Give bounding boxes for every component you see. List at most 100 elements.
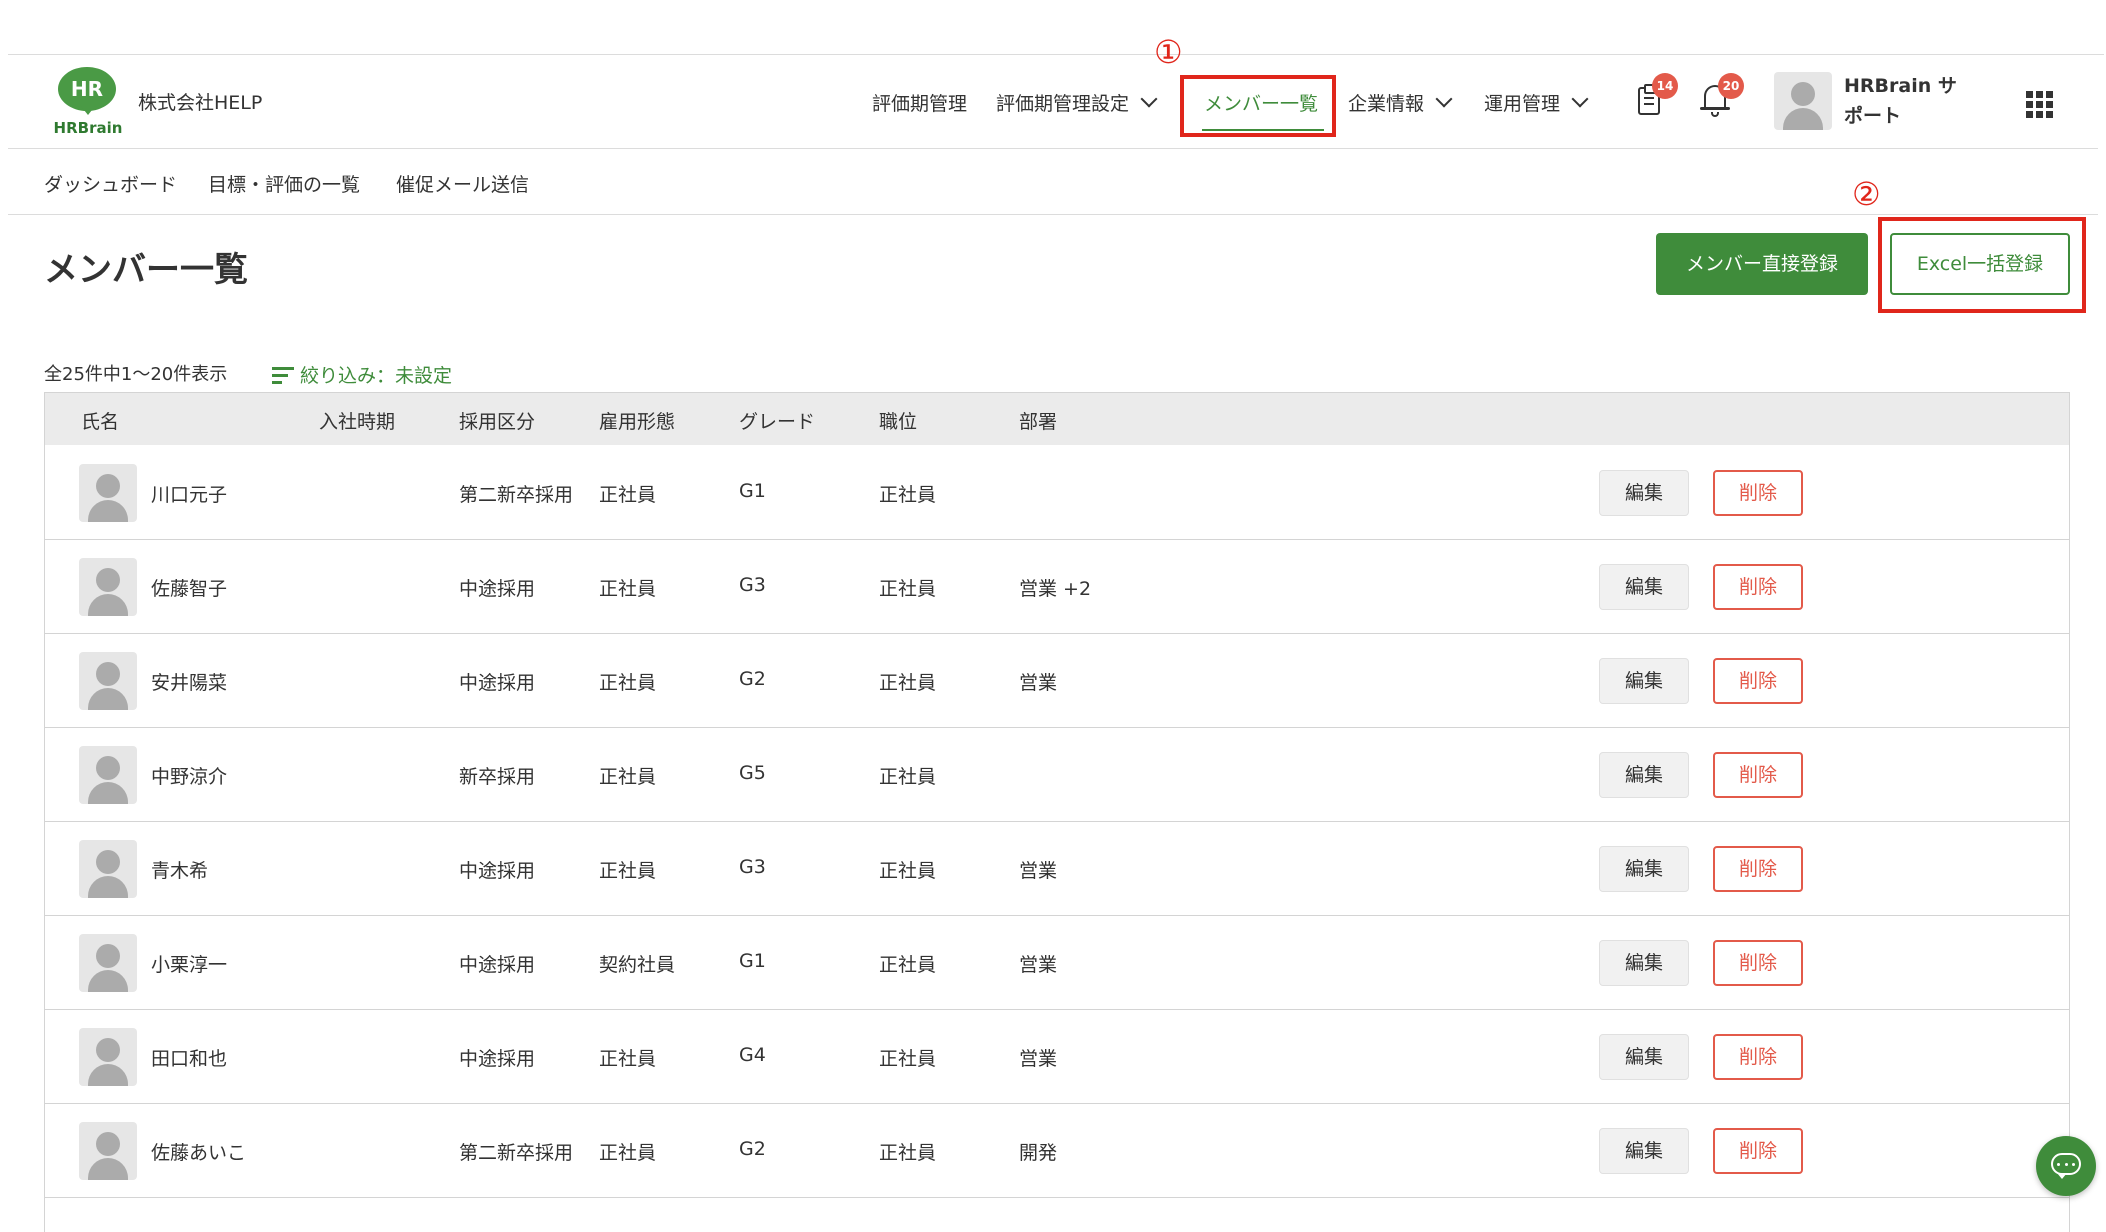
add-member-button[interactable]: メンバー直接登録 xyxy=(1656,233,1868,295)
delete-button[interactable]: 削除 xyxy=(1713,752,1803,798)
delete-button[interactable]: 削除 xyxy=(1713,564,1803,610)
member-name[interactable]: 田口和也 xyxy=(151,1044,227,1071)
member-name[interactable]: 川口元子 xyxy=(151,480,227,507)
delete-button[interactable]: 削除 xyxy=(1713,846,1803,892)
notifications-badge: 20 xyxy=(1718,73,1744,99)
cell-position: 正社員 xyxy=(879,578,937,600)
cell-grade: G4 xyxy=(739,1044,766,1066)
nav-evaluation-settings[interactable]: 評価期管理設定 xyxy=(996,89,1158,116)
member-name[interactable]: 佐藤あいこ xyxy=(151,1138,246,1165)
table-row[interactable]: 小栗淳一 中途採用 契約社員 G1 正社員 営業 編集 削除 xyxy=(45,916,2069,1010)
cell-position: 正社員 xyxy=(879,1048,937,1070)
cell-employment: 正社員 xyxy=(599,1048,657,1070)
table-row[interactable]: 田口和也 中途採用 正社員 G4 正社員 営業 編集 削除 xyxy=(45,1010,2069,1104)
member-name[interactable]: 佐藤智子 xyxy=(151,574,227,601)
filter-toggle[interactable]: 絞り込み：未設定 xyxy=(272,361,452,388)
member-avatar xyxy=(79,840,137,898)
subnav-reminder-mail[interactable]: 催促メール送信 xyxy=(396,170,529,197)
cell-employment: 正社員 xyxy=(599,578,657,600)
nav-label: 評価期管理 xyxy=(872,93,968,115)
cell-position: 正社員 xyxy=(879,860,937,882)
nav-company-info[interactable]: 企業情報 xyxy=(1348,89,1453,116)
member-table: 氏名 入社時期 採用区分 雇用形態 グレード 職位 部署 川口元子 第二新卒採用正… xyxy=(44,392,2070,1232)
person-icon xyxy=(1791,82,1815,106)
edit-button[interactable]: 編集 xyxy=(1599,846,1689,892)
cell-recruit-type: 中途採用 xyxy=(459,1048,536,1070)
column-header-name[interactable]: 氏名 xyxy=(81,407,119,434)
table-row[interactable]: 佐藤智子 中途採用 正社員 G3 正社員 営業 +2 編集 削除 xyxy=(45,540,2069,634)
member-name[interactable]: 小栗淳一 xyxy=(151,950,227,977)
company-name: 株式会社HELP xyxy=(138,92,263,114)
member-avatar xyxy=(79,652,137,710)
delete-button[interactable]: 削除 xyxy=(1713,658,1803,704)
cell-grade: G1 xyxy=(739,480,766,502)
cell-recruit-type: 新卒採用 xyxy=(459,766,536,788)
nav-label: 企業情報 xyxy=(1348,93,1425,115)
table-row[interactable]: 川口元子 第二新卒採用 正社員 G1 正社員 編集 削除 xyxy=(45,446,2069,540)
page-title: メンバー一覧 xyxy=(44,250,248,290)
table-row[interactable]: 安井陽菜 中途採用 正社員 G2 正社員 営業 編集 削除 xyxy=(45,634,2069,728)
member-name[interactable]: 安井陽菜 xyxy=(151,668,227,695)
chevron-down-icon xyxy=(1435,90,1453,107)
cell-grade: G5 xyxy=(739,762,766,784)
delete-button[interactable]: 削除 xyxy=(1713,1034,1803,1080)
cell-grade: G3 xyxy=(739,856,766,878)
column-header-department[interactable]: 部署 xyxy=(1019,407,1057,434)
nav-evaluation-period[interactable]: 評価期管理 xyxy=(872,89,967,116)
table-row[interactable]: 佐藤あいこ 第二新卒採用 正社員 G2 正社員 開発 編集 削除 xyxy=(45,1104,2069,1198)
chevron-down-icon xyxy=(1571,90,1589,107)
user-name[interactable]: HRBrain サポート xyxy=(1844,71,1964,131)
column-header-recruit-type[interactable]: 採用区分 xyxy=(459,407,535,434)
edit-button[interactable]: 編集 xyxy=(1599,752,1689,798)
cell-employment: 正社員 xyxy=(599,766,657,788)
subnav-dashboard[interactable]: ダッシュボード xyxy=(44,170,177,197)
logo-tail xyxy=(80,105,96,115)
logo-wordmark: HRBrain xyxy=(53,119,123,137)
table-row[interactable]: 青木希 中途採用 正社員 G3 正社員 営業 編集 削除 xyxy=(45,822,2069,916)
cell-grade: G3 xyxy=(739,574,766,596)
chat-support-button[interactable] xyxy=(2036,1136,2096,1196)
delete-button[interactable]: 削除 xyxy=(1713,470,1803,516)
cell-position: 正社員 xyxy=(879,1142,937,1164)
edit-button[interactable]: 編集 xyxy=(1599,940,1689,986)
delete-button[interactable]: 削除 xyxy=(1713,940,1803,986)
cell-position: 正社員 xyxy=(879,766,937,788)
result-count: 全25件中1〜20件表示 xyxy=(44,364,228,385)
annotation-marker-1: ① xyxy=(1154,33,1183,71)
column-header-hire-date[interactable]: 入社時期 xyxy=(319,407,395,434)
cell-employment: 正社員 xyxy=(599,484,657,506)
cell-recruit-type: 中途採用 xyxy=(459,578,536,600)
user-avatar[interactable] xyxy=(1774,72,1832,130)
cell-department: 開発 xyxy=(1019,1142,1058,1164)
notifications-button[interactable]: 20 xyxy=(1692,73,1744,121)
nav-operations[interactable]: 運用管理 xyxy=(1484,89,1589,116)
table-row[interactable]: 中野涼介 新卒採用 正社員 G5 正社員 編集 削除 xyxy=(45,728,2069,822)
delete-button[interactable]: 削除 xyxy=(1713,1128,1803,1174)
member-name[interactable]: 中野涼介 xyxy=(151,762,227,789)
hrbrain-logo[interactable]: HR HRBrain xyxy=(52,67,124,139)
cell-employment: 正社員 xyxy=(599,1142,657,1164)
table-header: 氏名 入社時期 採用区分 雇用形態 グレード 職位 部署 xyxy=(45,393,2069,445)
column-header-grade[interactable]: グレード xyxy=(739,407,815,434)
cell-position: 正社員 xyxy=(879,484,937,506)
member-name[interactable]: 青木希 xyxy=(151,856,208,883)
cell-department: 営業 xyxy=(1019,672,1058,694)
cell-grade: G1 xyxy=(739,950,766,972)
edit-button[interactable]: 編集 xyxy=(1599,470,1689,516)
cell-position: 正社員 xyxy=(879,672,937,694)
edit-button[interactable]: 編集 xyxy=(1599,658,1689,704)
member-avatar xyxy=(79,934,137,992)
edit-button[interactable]: 編集 xyxy=(1599,1034,1689,1080)
tasks-button[interactable]: 14 xyxy=(1626,73,1678,121)
edit-button[interactable]: 編集 xyxy=(1599,1128,1689,1174)
column-header-position[interactable]: 職位 xyxy=(879,407,917,434)
member-avatar xyxy=(79,558,137,616)
excel-import-button[interactable]: Excel一括登録 xyxy=(1890,233,2070,295)
member-avatar xyxy=(79,1028,137,1086)
edit-button[interactable]: 編集 xyxy=(1599,564,1689,610)
nav-label: 運用管理 xyxy=(1484,93,1561,115)
annotation-highlight-member-list xyxy=(1180,75,1336,137)
subnav-goals-evaluations[interactable]: 目標・評価の一覧 xyxy=(208,170,360,197)
apps-grid-icon[interactable] xyxy=(2026,91,2053,118)
column-header-employment[interactable]: 雇用形態 xyxy=(599,407,675,434)
